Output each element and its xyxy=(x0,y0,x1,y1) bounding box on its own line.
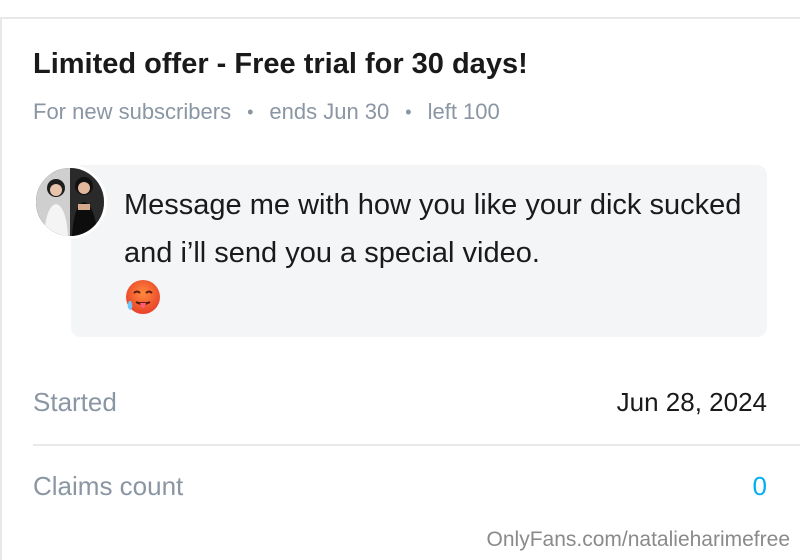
claims-row: Claims count 0 xyxy=(33,466,767,506)
meta-separator: • xyxy=(247,101,254,122)
top-divider xyxy=(0,17,800,19)
offer-ends: ends Jun 30 xyxy=(269,99,390,124)
site-watermark: OnlyFans.com/natalieharimefree xyxy=(486,528,790,551)
started-row: Started Jun 28, 2024 xyxy=(33,382,767,422)
avatar-photo xyxy=(36,168,104,236)
details-divider xyxy=(33,444,800,446)
hot-face-emoji-icon xyxy=(126,280,160,314)
claims-label: Claims count xyxy=(33,470,184,501)
claims-count-link[interactable]: 0 xyxy=(753,471,767,502)
offer-message-text: Message me with how you like your dick s… xyxy=(124,189,742,269)
offer-title: Limited offer - Free trial for 30 days! xyxy=(33,48,528,80)
left-border xyxy=(0,17,2,560)
started-value: Jun 28, 2024 xyxy=(616,386,767,417)
meta-separator: • xyxy=(405,101,412,122)
offer-message-bubble: Message me with how you like your dick s… xyxy=(71,165,767,337)
promo-offer-card: Limited offer - Free trial for 30 days! … xyxy=(0,0,800,560)
offer-audience: For new subscribers xyxy=(33,99,232,124)
offer-meta: For new subscribers • ends Jun 30 • left… xyxy=(33,99,500,125)
offer-left: left 100 xyxy=(427,99,500,124)
creator-avatar[interactable] xyxy=(33,165,107,239)
started-label: Started xyxy=(33,386,117,417)
